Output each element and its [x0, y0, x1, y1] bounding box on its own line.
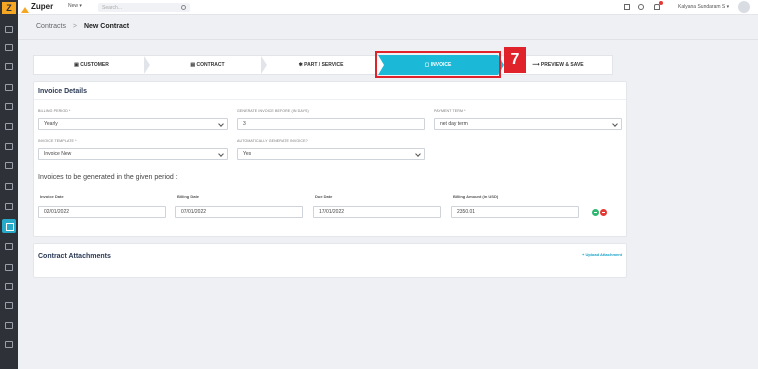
- invoice-date-value: 02/01/2022: [44, 209, 70, 215]
- billing-period-label: BILLING PERIOD *: [38, 109, 71, 113]
- invoice-details-title: Invoice Details: [38, 88, 88, 95]
- breadcrumb-separator: >: [72, 23, 78, 30]
- step-customer-label: ▣ CUSTOMER: [74, 62, 109, 68]
- col-billing-amount: Billing Amount (in USD): [453, 194, 499, 199]
- contract-attachments-title: Contract Attachments: [38, 253, 111, 260]
- invoice-template-select[interactable]: Invoice New: [38, 148, 228, 160]
- jobs-icon[interactable]: [5, 44, 13, 51]
- zuper-brand-icon: [20, 2, 30, 13]
- settings-icon[interactable]: [5, 162, 13, 169]
- wizard-stepper: ▣ CUSTOMER ▤ CONTRACT ✱ PART / SERVICE ⟶…: [33, 55, 613, 75]
- generate-before-label: GENERATE INVOICE BEFORE (IN DAYS): [237, 109, 309, 113]
- contracts-icon[interactable]: [2, 219, 16, 233]
- new-dropdown-button[interactable]: New ▾: [68, 3, 82, 9]
- step-highlight-box: [375, 51, 501, 78]
- chat-icon[interactable]: [638, 4, 644, 10]
- step-contract-label: ▤ CONTRACT: [190, 62, 225, 68]
- payment-term-label: PAYMENT TERM *: [434, 109, 466, 113]
- billing-period-value: Yearly: [44, 121, 58, 127]
- top-bar: Zuper New ▾ Search... Kalyana Sundaram S…: [18, 0, 758, 15]
- billing-amount-value: 2350.01: [457, 209, 476, 215]
- chevron-down-icon: [415, 151, 421, 157]
- col-billing-date: Billing Date: [177, 194, 200, 199]
- auto-generate-value: Yes: [243, 151, 252, 157]
- invoice-template-label: INVOICE TEMPLATE *: [38, 139, 77, 143]
- notification-badge: [659, 1, 663, 5]
- chevron-down-icon: [218, 151, 224, 157]
- customers-icon[interactable]: [5, 84, 13, 91]
- breadcrumb-divider: [18, 39, 758, 40]
- auto-generate-label: AUTOMATICALLY GENERATE INVOICE?: [237, 139, 308, 143]
- step-preview-save-label: ⟶ PREVIEW & SAVE: [532, 62, 584, 68]
- brand-name: Zuper: [31, 2, 54, 11]
- user-name: Kalyana Sundaram S: [678, 4, 726, 10]
- search-placeholder: Search...: [102, 5, 123, 11]
- user-menu[interactable]: Kalyana Sundaram S ▾: [678, 4, 729, 10]
- invoice-details-card: Invoice Details BILLING PERIOD * Yearly …: [33, 81, 627, 237]
- users-icon[interactable]: [5, 264, 13, 271]
- auto-generate-select[interactable]: Yes: [237, 148, 425, 160]
- page-title: New Contract: [83, 23, 130, 30]
- billing-date-input[interactable]: 07/01/2022: [175, 206, 303, 218]
- folder-icon[interactable]: [5, 203, 13, 210]
- generate-before-value: 3: [243, 121, 246, 127]
- calendar-icon[interactable]: [5, 63, 13, 70]
- clock-icon[interactable]: [5, 283, 13, 290]
- grid-menu-icon[interactable]: [624, 4, 630, 10]
- generate-before-input[interactable]: 3: [237, 118, 425, 130]
- invoice-date-input[interactable]: 02/01/2022: [38, 206, 166, 218]
- due-date-value: 17/01/2022: [319, 209, 345, 215]
- invoice-template-value: Invoice New: [44, 151, 72, 157]
- step-contract[interactable]: ▤ CONTRACT: [149, 56, 267, 74]
- chevron-down-icon: [218, 121, 224, 127]
- team-icon[interactable]: [5, 243, 13, 250]
- payment-term-value: net day term: [440, 121, 468, 127]
- dashboard-icon[interactable]: [5, 26, 13, 33]
- col-due-date: Due Date: [315, 194, 333, 199]
- billing-date-value: 07/01/2022: [181, 209, 207, 215]
- step-callout-badge: 7: [504, 47, 526, 73]
- globe-icon[interactable]: [5, 322, 13, 329]
- breadcrumb: Contracts > New Contract: [36, 23, 129, 30]
- upload-attachment-link[interactable]: + Upload Attachment: [582, 252, 622, 257]
- due-date-input[interactable]: 17/01/2022: [313, 206, 441, 218]
- billing-amount-input[interactable]: 2350.01: [451, 206, 579, 218]
- col-invoice-date: Invoice Date: [40, 194, 64, 199]
- step-customer[interactable]: ▣ CUSTOMER: [34, 56, 150, 74]
- billing-period-select[interactable]: Yearly: [38, 118, 228, 130]
- search-input[interactable]: Search...: [98, 3, 190, 12]
- reports-icon[interactable]: [5, 123, 13, 130]
- generated-invoices-title: Invoices to be generated in the given pe…: [38, 174, 178, 181]
- new-button-label: New: [68, 3, 79, 9]
- invoice-icon[interactable]: [5, 183, 13, 190]
- search-icon: [181, 5, 186, 10]
- breadcrumb-contracts[interactable]: Contracts: [36, 23, 66, 30]
- contract-attachments-card: Contract Attachments + Upload Attachment: [33, 243, 627, 278]
- chevron-down-icon: [612, 121, 618, 127]
- payment-term-select[interactable]: net day term: [434, 118, 622, 130]
- remove-row-button[interactable]: [600, 209, 607, 216]
- add-row-button[interactable]: [592, 209, 599, 216]
- step-part-service-label: ✱ PART / SERVICE: [298, 62, 344, 68]
- assets-icon[interactable]: [5, 103, 13, 110]
- notification-bell-icon[interactable]: [654, 4, 660, 10]
- card-divider: [34, 99, 626, 100]
- help-icon[interactable]: [5, 341, 13, 348]
- step-part-service[interactable]: ✱ PART / SERVICE: [266, 56, 376, 74]
- inventory-icon[interactable]: [5, 302, 13, 309]
- timesheet-icon[interactable]: [5, 143, 13, 150]
- avatar[interactable]: [738, 1, 750, 13]
- zuper-logo-icon[interactable]: Z: [2, 2, 16, 14]
- left-nav-rail: Z: [0, 0, 18, 369]
